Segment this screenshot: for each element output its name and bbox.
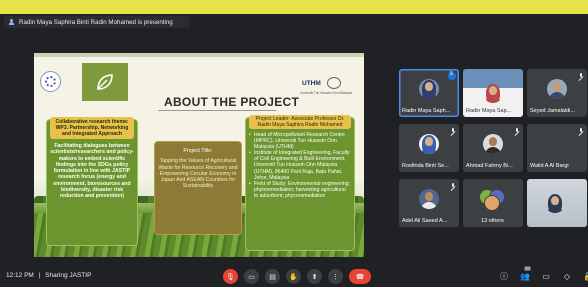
hand-icon: ✋ (289, 273, 298, 281)
activities-button[interactable]: ◇ (561, 271, 573, 283)
self-tile[interactable] (527, 179, 587, 227)
avatar (547, 79, 567, 99)
meeting-info: 12:12 PM | Sharing JASTIP (6, 272, 91, 279)
participant-tile[interactable]: Rosfinda Binti Se... (399, 124, 459, 172)
title-divider (158, 110, 276, 111)
project-title-heading: Project Title: (183, 148, 213, 154)
host-controls-button[interactable]: 🔒 (582, 271, 588, 283)
sdg-logo (40, 71, 61, 92)
project-title-body: Tapping the Values of Agricultural Waste… (158, 158, 238, 190)
others-tile[interactable]: 13 others (463, 179, 523, 227)
separator: | (38, 272, 41, 279)
participant-tile[interactable]: Seyed Jamalaldi... (527, 69, 587, 117)
mic-off-icon (578, 73, 583, 79)
mic-toggle-button[interactable]: 🎙 (223, 269, 238, 284)
slide-title: ABOUT THE PROJECT (164, 95, 300, 109)
research-theme-heading: Collaborative research theme: WP3. Partn… (50, 117, 134, 139)
leave-call-button[interactable]: ☎ (349, 269, 371, 284)
presenting-text: Radin Maya Saphira Binti Radin Mohamed i… (19, 18, 173, 26)
participant-tile[interactable]: Walid A Al Bargi (527, 124, 587, 172)
mic-off-icon (514, 128, 519, 134)
project-leader-card: Project Leader: Associate Professor Dr. … (245, 115, 355, 251)
research-theme-body: Facilitating dialogues between scientist… (50, 143, 134, 200)
outer-frame: Radin Maya Saphira Binti Radin Mohamed i… (0, 0, 588, 287)
avatar (419, 79, 439, 99)
lock-icon: 🔒 (583, 272, 588, 281)
more-vert-icon: ⋮ (332, 273, 339, 281)
uthm-logo: UTHM (302, 79, 321, 87)
participant-name: Adel Ali Saeed A... (402, 218, 448, 224)
present-icon: ⬆ (311, 273, 318, 281)
phone-hangup-icon: ☎ (355, 273, 365, 281)
camera-toggle-button[interactable]: ▭ (244, 269, 259, 284)
others-count: 13 others (481, 218, 504, 224)
captions-button[interactable]: ▤ (265, 269, 280, 284)
presenting-banner[interactable]: Radin Maya Saphira Binti Radin Mohamed i… (4, 16, 190, 28)
clock-time: 12:12 PM (6, 272, 34, 279)
people-button[interactable]: 👥 20 (519, 266, 532, 283)
participant-count-badge: 20 (524, 266, 532, 271)
participant-name: Radin Maya Saph... (402, 108, 451, 114)
others-avatars (479, 189, 509, 211)
more-options-button[interactable]: ⋮ (328, 269, 343, 284)
info-icon: ⓘ (500, 272, 508, 281)
sharing-label: Sharing JASTIP (45, 272, 92, 279)
logo-subtitle: Universiti Tun Hussein Onn Malaysia (300, 91, 353, 95)
person-icon (8, 18, 15, 26)
leaf-logo-box (82, 63, 128, 101)
meet-window: Radin Maya Saphira Binti Radin Mohamed i… (0, 14, 588, 287)
jastip-logo (326, 77, 341, 89)
slide-top-strip (34, 53, 364, 57)
participant-tile[interactable]: Adel Ali Saeed A... (399, 179, 459, 227)
mic-off-icon (450, 128, 455, 134)
participant-tile[interactable]: Ahmad Fahmy Bi... (463, 124, 523, 172)
list-item: Institute of Integrated Engineering, Fac… (249, 150, 351, 180)
leaf-icon (97, 74, 113, 90)
participant-name: Rosfinda Binti Se... (402, 163, 449, 169)
avatar (545, 193, 565, 213)
avatar (483, 83, 503, 103)
shared-slide: ABOUT THE PROJECT UTHM Universiti Tun Hu… (34, 53, 364, 257)
mic-off-icon (450, 183, 455, 189)
avatar (419, 134, 439, 154)
avatar (419, 189, 439, 209)
speaking-indicator-icon (448, 71, 456, 80)
project-leader-list: Head of Micropollutant Research Centre (… (249, 132, 351, 199)
list-item: Head of Micropollutant Research Centre (… (249, 132, 351, 150)
call-controls: 🎙 ▭ ▤ ✋ ⬆ ⋮ ☎ (223, 269, 371, 284)
mic-off-icon: 🎙 (226, 273, 235, 281)
research-theme-card: Collaborative research theme: WP3. Partn… (46, 117, 138, 246)
participant-name: Ahmad Fahmy Bi... (466, 163, 513, 169)
people-icon: 👥 (520, 272, 530, 281)
bottom-toolbar: 12:12 PM | Sharing JASTIP 🎙 ▭ ▤ ✋ ⬆ ⋮ ☎ … (0, 266, 588, 287)
participant-tile[interactable]: Radin Maya Saph... (399, 69, 459, 117)
mic-off-icon (578, 128, 583, 134)
meeting-details-button[interactable]: ⓘ (498, 271, 510, 283)
project-title-card: Project Title: Tapping the Values of Agr… (154, 141, 242, 235)
participant-name: Walid A Al Bargi (530, 163, 569, 169)
participant-tile[interactable]: Radin Maya Sap... (463, 69, 523, 117)
present-button[interactable]: ⬆ (307, 269, 322, 284)
avatar (483, 134, 503, 154)
participant-name: Radin Maya Sap... (466, 108, 512, 114)
participant-name: Seyed Jamalaldi... (530, 108, 575, 114)
side-panel-buttons: ⓘ 👥 20 ▭ ◇ 🔒 (498, 266, 588, 283)
project-leader-heading: Project Leader: Associate Professor Dr. … (249, 115, 351, 129)
camera-icon: ▭ (248, 273, 255, 281)
captions-icon: ▤ (269, 273, 276, 281)
list-item: Field of Study: Environmental engineerin… (249, 181, 351, 199)
chat-icon: ▭ (542, 272, 550, 281)
chat-button[interactable]: ▭ (540, 271, 552, 283)
shapes-icon: ◇ (563, 272, 571, 281)
raise-hand-button[interactable]: ✋ (286, 269, 301, 284)
partner-logos: UTHM (302, 77, 341, 89)
